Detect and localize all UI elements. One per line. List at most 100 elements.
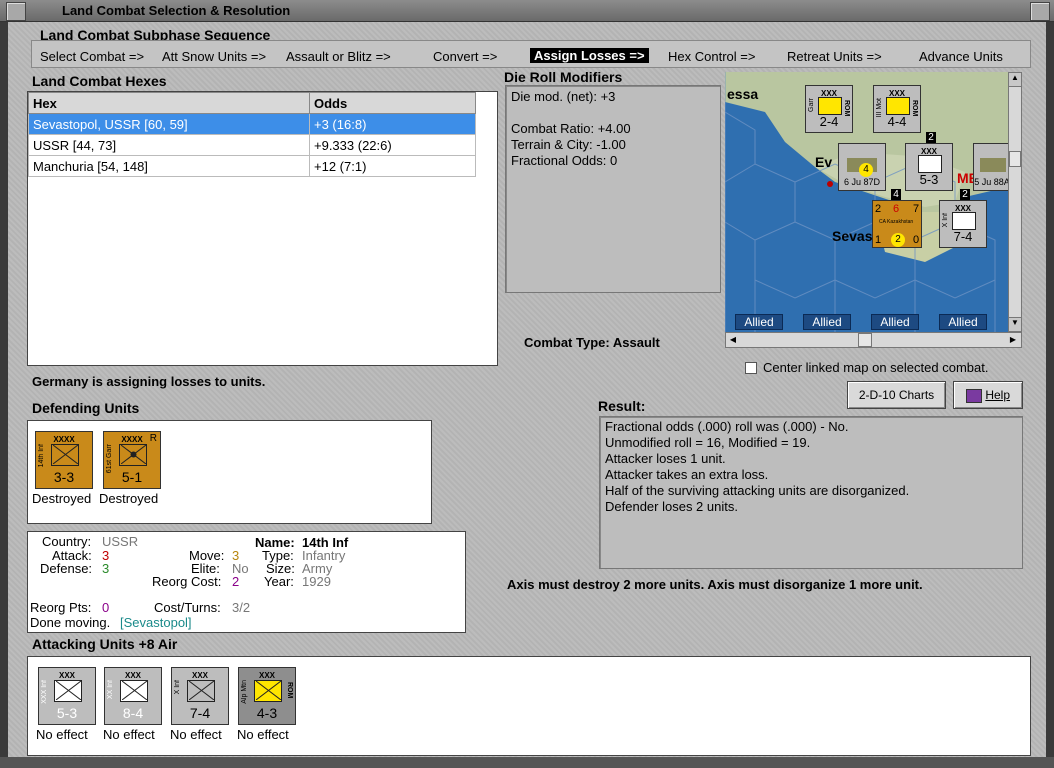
counter-strength: 4-4 <box>887 114 907 129</box>
map-counter[interactable]: XXX 5-3 <box>905 143 953 191</box>
allied-tag: Allied <box>871 314 919 330</box>
defense-label: Defense: <box>40 561 93 576</box>
defending-unit[interactable]: XXXX 14th Inf 3-3 <box>35 431 93 489</box>
reorg-pts-label: Reorg Pts: <box>30 600 92 615</box>
infantry-symbol-icon <box>51 444 79 466</box>
col-odds[interactable]: Odds <box>309 92 476 114</box>
scroll-left-arrow-icon[interactable]: ◀ <box>726 333 740 347</box>
attacking-unit[interactable]: XXX XX Inf 8-4 <box>104 667 162 725</box>
map-label-sevastopol: Sevas <box>832 228 873 244</box>
odds-cell: +9.333 (22:6) <box>309 134 476 156</box>
counter-strength: 4-3 <box>256 705 278 721</box>
scroll-down-arrow-icon[interactable]: ▼ <box>1009 317 1021 331</box>
gold-mid: 6 <box>893 203 900 215</box>
terrain-line: Terrain & City: -1.00 <box>511 137 626 152</box>
linked-map[interactable]: essa Ev ME Sevas XXX Garr ROM 2-4 XXX II… <box>725 72 1008 332</box>
defending-unit[interactable]: XXXX R 61st Garr 5-1 <box>103 431 161 489</box>
die-roll-panel: Die mod. (net): +3 Combat Ratio: +4.00 T… <box>505 85 721 293</box>
table-row[interactable]: USSR [44, 73] +9.333 (22:6) <box>28 134 476 156</box>
help-button[interactable]: Help <box>953 381 1023 409</box>
counter-name: X Inf <box>174 680 181 695</box>
infantry-symbol-icon <box>120 680 148 702</box>
hexes-table-panel: Hex Odds Sevastopol, USSR [60, 59] +3 (16… <box>27 91 498 366</box>
die-mod-line: Die mod. (net): +3 <box>511 89 616 104</box>
combat-type-value: Assault <box>612 335 660 350</box>
phase-att-snow[interactable]: Att Snow Units => <box>162 49 266 64</box>
counter-strength: 7-4 <box>189 705 211 721</box>
reorg-pts-value: 0 <box>102 600 110 615</box>
attacking-unit[interactable]: XXX Alp Mtn ROM 4-3 <box>238 667 296 725</box>
table-row[interactable]: Sevastopol, USSR [60, 59] +3 (16:8) <box>28 113 476 135</box>
map-horizontal-scrollbar[interactable]: ◀ ▶ <box>725 332 1022 348</box>
counter-strength: 2-4 <box>819 114 839 129</box>
garrison-symbol-icon <box>119 444 147 466</box>
defending-panel: XXXX 14th Inf 3-3 XXXX R 61st Garr 5-1 D… <box>27 420 432 524</box>
die-roll-spacer <box>511 105 715 121</box>
scroll-up-arrow-icon[interactable]: ▲ <box>1009 73 1021 87</box>
scroll-thumb[interactable] <box>1009 151 1021 167</box>
odds-cell: +12 (7:1) <box>309 155 476 177</box>
system-menu-button[interactable] <box>6 2 26 21</box>
title-bar: Land Combat Selection & Resolution <box>0 0 1054 22</box>
counter-symbol <box>886 97 910 115</box>
hex-cell: USSR [44, 73] <box>28 134 310 156</box>
air-unit-name: Ju 88A <box>981 177 1008 187</box>
result-line: Attacker loses 1 unit. <box>605 451 726 466</box>
year-label: Year: <box>264 574 294 589</box>
cost-turns-value: 3/2 <box>232 600 251 615</box>
map-air-counter[interactable]: 4 6 Ju 87D <box>838 143 886 191</box>
defending-status: Destroyed <box>99 491 159 506</box>
phase-convert[interactable]: Convert => <box>433 49 497 64</box>
attacking-unit[interactable]: XXX X Inf 7-4 <box>171 667 229 725</box>
done-moving-label: Done moving. <box>30 615 111 630</box>
map-air-counter[interactable]: 5 Ju 88A <box>973 143 1008 191</box>
phase-select-combat[interactable]: Select Combat => <box>40 49 144 64</box>
air-unit-factor: 6 <box>843 177 849 187</box>
subphase-sequence: Select Combat => Att Snow Units => Assau… <box>31 40 1031 68</box>
phase-retreat-units[interactable]: Retreat Units => <box>787 49 882 64</box>
result-line: Defender loses 2 units. <box>605 499 738 514</box>
assigning-message: Germany is assigning losses to units. <box>32 374 266 389</box>
map-label-ev: Ev <box>815 154 833 170</box>
air-badge: 4 <box>859 163 873 177</box>
map-counter[interactable]: XXX X Inf 7-4 <box>939 200 987 248</box>
scroll-thumb[interactable] <box>858 333 872 347</box>
fractional-odds-line: Fractional Odds: 0 <box>511 153 618 168</box>
hexes-title: Land Combat Hexes <box>32 73 167 89</box>
table-row[interactable]: Manchuria [54, 148] +12 (7:1) <box>28 155 476 177</box>
map-label-odessa: essa <box>727 86 759 102</box>
frame-left-edge <box>0 22 8 768</box>
attacking-unit[interactable]: XXX XXX Inf 5-3 <box>38 667 96 725</box>
stack-badge: 4 <box>891 189 901 200</box>
counter-strength: 3-3 <box>53 469 75 485</box>
scroll-right-arrow-icon[interactable]: ▶ <box>1006 333 1020 347</box>
map-counter[interactable]: XXX Garr ROM 2-4 <box>805 85 853 133</box>
allied-tag: Allied <box>803 314 851 330</box>
counter-strength: 5-3 <box>56 705 78 721</box>
map-vertical-scrollbar[interactable]: ▲ ▼ <box>1008 72 1022 332</box>
die-roll-title: Die Roll Modifiers <box>504 69 623 85</box>
phase-advance-units[interactable]: Advance Units <box>919 49 1003 64</box>
charts-button[interactable]: 2-D-10 Charts <box>847 381 946 409</box>
result-line: Attacker takes an extra loss. <box>605 467 769 482</box>
combat-type-label: Combat Type: <box>524 335 610 350</box>
cost-turns-label: Cost/Turns: <box>154 600 221 615</box>
unit-info-panel: Country: USSR Attack: 3 Defense: 3 Name:… <box>27 531 466 633</box>
hexes-table: Hex Odds Sevastopol, USSR [60, 59] +3 (16… <box>28 92 476 177</box>
map-selected-stack[interactable]: 2 6 7 CA Kazakhstan 1 2 0 <box>872 200 922 248</box>
counter-size: XXX <box>124 671 141 680</box>
result-title: Result: <box>598 398 646 414</box>
center-map-checkbox[interactable] <box>745 362 757 374</box>
phase-assign-losses[interactable]: Assign Losses => <box>530 48 649 63</box>
col-hex[interactable]: Hex <box>28 92 310 114</box>
phase-hex-control[interactable]: Hex Control => <box>668 49 755 64</box>
phase-assault-blitz[interactable]: Assault or Blitz => <box>286 49 391 64</box>
counter-symbol <box>952 212 976 230</box>
frame-right-edge <box>1046 22 1054 768</box>
counter-symbol <box>918 155 942 173</box>
bottom-bar <box>0 757 1054 768</box>
map-counter[interactable]: XXX III Mot ROM 4-4 <box>873 85 921 133</box>
stack-badge: 2 <box>926 132 936 143</box>
counter-side: ROM <box>286 682 293 699</box>
close-button[interactable] <box>1030 2 1050 21</box>
